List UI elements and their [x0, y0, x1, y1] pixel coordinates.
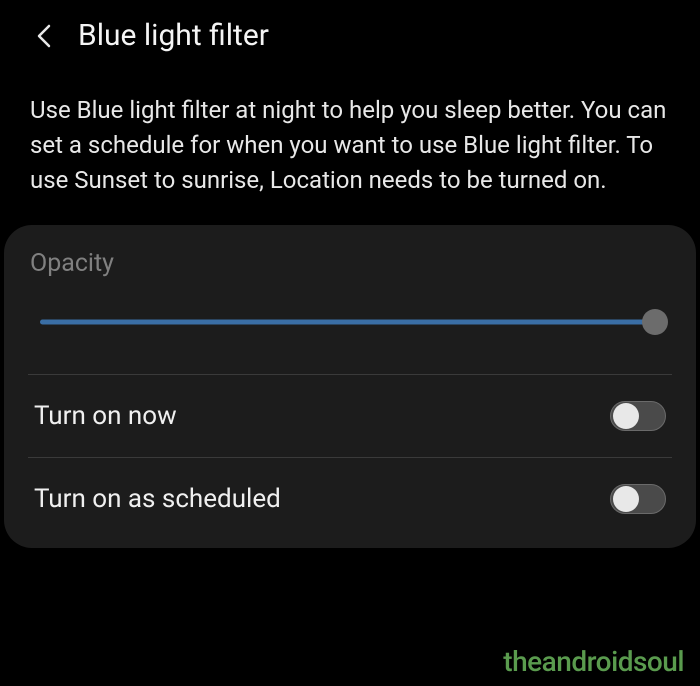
settings-card: Opacity Turn on now Turn on as scheduled — [4, 225, 696, 548]
turn-on-now-toggle[interactable] — [610, 401, 666, 431]
turn-on-scheduled-toggle[interactable] — [610, 484, 666, 514]
page-title: Blue light filter — [78, 18, 269, 53]
slider-track — [40, 320, 660, 325]
back-icon[interactable] — [30, 22, 58, 50]
slider-thumb[interactable] — [642, 309, 668, 335]
turn-on-now-row[interactable]: Turn on now — [30, 375, 670, 457]
opacity-slider[interactable] — [30, 310, 670, 334]
watermark: theandroidsoul — [503, 645, 684, 678]
header: Blue light filter — [0, 0, 700, 63]
description-text: Use Blue light filter at night to help y… — [0, 63, 700, 225]
opacity-label: Opacity — [30, 249, 670, 278]
turn-on-now-label: Turn on now — [34, 401, 177, 431]
turn-on-scheduled-row[interactable]: Turn on as scheduled — [30, 458, 670, 540]
toggle-knob — [613, 486, 639, 512]
toggle-knob — [613, 403, 639, 429]
turn-on-scheduled-label: Turn on as scheduled — [34, 484, 281, 514]
